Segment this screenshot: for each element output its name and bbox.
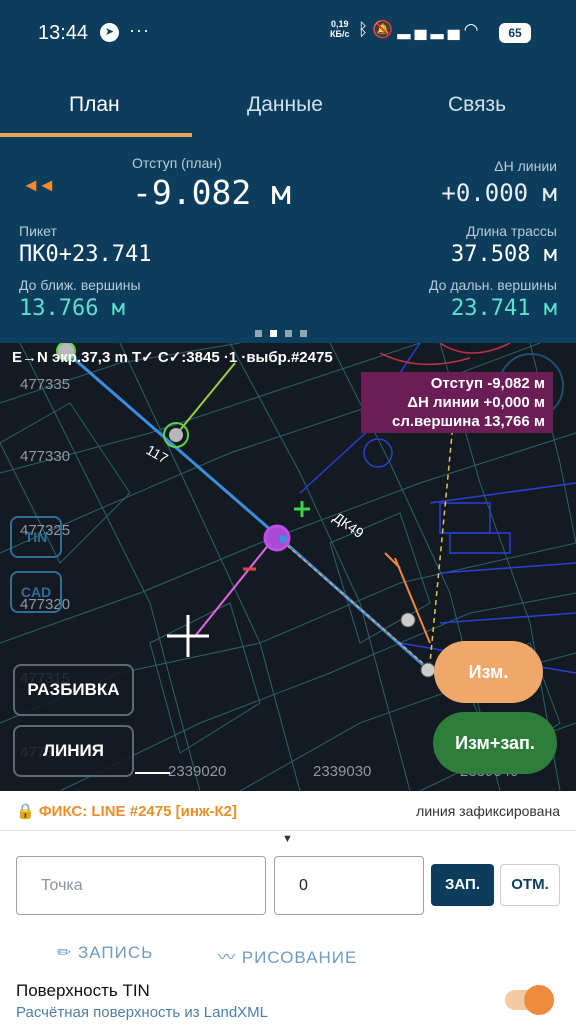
signal-icon: ▂▄	[430, 20, 464, 39]
tooltip-dh: ΔН линии +0,000 м	[407, 394, 545, 411]
offset-tooltip: Отступ -9,082 м ΔН линии +0,000 м сл.вер…	[361, 372, 553, 433]
x-coordinate-label: 2339030	[313, 763, 372, 780]
tab-data[interactable]: Данные	[247, 93, 323, 117]
tooltip-offset: Отступ -9,082 м	[430, 375, 545, 392]
tab-active-indicator	[0, 133, 192, 137]
dh-value: +0.000 м	[441, 179, 557, 207]
offset-value: -9.082 м	[132, 173, 291, 212]
cancel-button[interactable]: ОТМ.	[500, 864, 560, 906]
crosshair-icon	[167, 615, 209, 657]
pencil-icon: ✏	[57, 943, 73, 962]
bluetooth-icon: ᛒ	[358, 20, 373, 39]
network-speed-unit: КБ/с	[330, 29, 350, 39]
fixed-line-bar: 🔒 ФИКС: LINE #2475 [инж-К2] линия зафикс…	[0, 791, 576, 831]
fixed-line-text: ФИКС: LINE #2475 [инж-К2]	[38, 803, 238, 820]
far-vertex-label: До дальн. вершины	[429, 277, 557, 293]
measure-button[interactable]: Изм.	[434, 641, 543, 703]
tin-surface-title: Поверхность TIN	[16, 981, 150, 1000]
page-dot-active	[270, 330, 277, 337]
battery-icon: 65	[499, 23, 531, 43]
status-time: 13:44	[38, 22, 89, 44]
page-dot	[255, 330, 262, 337]
near-vertex-label: До ближ. вершины	[19, 277, 141, 293]
tin-toggle-button[interactable]: TIN	[10, 516, 62, 558]
mute-icon: 🔕	[372, 20, 398, 39]
line-button[interactable]: ЛИНИЯ	[13, 725, 134, 777]
record-mode-link[interactable]: ✏ ЗАПИСЬ	[57, 943, 153, 963]
route-length-label: Длина трассы	[466, 223, 557, 239]
tab-connection[interactable]: Связь	[448, 93, 506, 117]
toggle-knob	[524, 985, 554, 1015]
drawing-mode-label: РИСОВАНИЕ	[241, 948, 358, 967]
lock-icon: 🔒	[16, 803, 35, 820]
telegram-icon: ➤	[100, 23, 119, 42]
perpendicular-line	[195, 542, 271, 636]
x-coordinate-label: 2339020	[168, 763, 227, 780]
picket-value: ПК0+23.741	[19, 242, 152, 267]
page-dot	[300, 330, 307, 337]
orange-line	[384, 552, 431, 644]
drawing-mode-link[interactable]: 〰 РИСОВАНИЕ	[218, 943, 357, 968]
route-length-value: 37.508 м	[451, 242, 557, 267]
squiggle-icon: 〰	[218, 948, 236, 967]
survey-point[interactable]	[420, 662, 436, 678]
point-name-input[interactable]	[16, 856, 266, 915]
status-icons: ᛒ🔕▂▄▂▄◠	[358, 20, 482, 40]
offset-label: Отступ (план)	[132, 155, 222, 171]
far-vertex-value: 23.741 м	[451, 296, 557, 321]
cad-toggle-button[interactable]: CAD	[10, 571, 62, 613]
survey-point[interactable]	[400, 612, 416, 628]
dh-label: ΔН линии	[494, 158, 557, 174]
near-vertex-value: 13.766 м	[19, 296, 125, 321]
record-mode-label: ЗАПИСЬ	[77, 943, 154, 962]
point-number-input[interactable]	[274, 856, 424, 915]
tooltip-next-vertex: сл.вершина 13,766 м	[391, 413, 545, 430]
tab-plan[interactable]: План	[69, 93, 120, 117]
map-view[interactable]: E→N экр.37,3 m T✓ C✓:3845 ·1 ·выбр.#2475…	[0, 343, 576, 791]
selected-vertex-dot	[279, 535, 287, 543]
map-info-line: E→N экр.37,3 m T✓ C✓:3845 ·1 ·выбр.#2475	[12, 349, 333, 366]
fixed-line-title: 🔒 ФИКС: LINE #2475 [инж-К2]	[16, 802, 237, 820]
network-speed-value: 0,19	[330, 19, 349, 29]
collapse-arrow-icon[interactable]: ▼	[282, 833, 293, 845]
y-coordinate-label: 477335	[20, 376, 71, 393]
network-speed: 0,19 КБ/с	[330, 19, 349, 39]
side-line	[175, 362, 236, 436]
more-notifications-icon: ···	[129, 20, 150, 40]
signal-icon: ▂▄	[397, 20, 431, 39]
tin-surface-subtitle: Расчётная поверхность из LandXML	[16, 1004, 269, 1021]
previous-arrow-icon[interactable]: ◄◄	[22, 175, 56, 196]
page-dot	[285, 330, 292, 337]
fixed-line-status: линия зафиксирована	[416, 803, 560, 819]
stakeout-button[interactable]: РАЗБИВКА	[13, 664, 134, 716]
status-bar: 13:44 ➤ ··· 0,19 КБ/с ᛒ🔕▂▄▂▄◠ 65	[0, 0, 576, 66]
save-button[interactable]: ЗАП.	[431, 864, 494, 906]
wifi-icon: ◠	[463, 20, 483, 39]
page-indicator	[255, 324, 315, 342]
picket-label: Пикет	[19, 223, 57, 239]
header-panel: План Данные Связь ◄◄ Отступ (план) -9.08…	[0, 66, 576, 343]
green-plus-icon	[294, 501, 310, 517]
survey-point-core	[169, 428, 183, 442]
y-coordinate-label: 477330	[20, 448, 71, 465]
measure-save-button[interactable]: Изм+зап.	[433, 712, 557, 774]
